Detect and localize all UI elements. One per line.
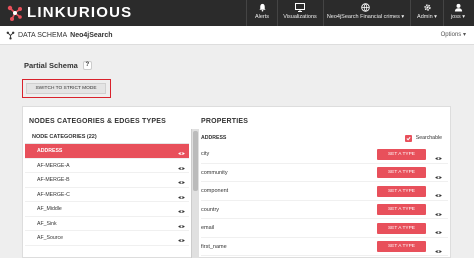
scrollbar-thumb[interactable] — [193, 131, 198, 191]
nav-admin-label: Admin ▾ — [417, 13, 437, 22]
datasource-name: Neo4jSearch Financial crimes — [326, 14, 400, 20]
property-name: first_name — [201, 243, 227, 250]
node-category-item[interactable]: AF-MERGE-A — [25, 159, 189, 173]
property-category-name: ADDRESS — [201, 135, 227, 141]
nav-admin[interactable]: Admin ▾ — [414, 2, 440, 24]
searchable-checkbox[interactable] — [404, 134, 412, 142]
set-type-button[interactable]: SET A TYPE — [377, 204, 426, 215]
set-type-button[interactable]: SET A TYPE — [377, 148, 426, 160]
property-row: community SET A TYPE — [201, 164, 448, 182]
node-category-label: AF_Sink — [37, 220, 57, 227]
breadcrumb: DATA SCHEMA Neo4jSearch — [6, 30, 113, 41]
gear-icon — [423, 2, 432, 13]
bell-icon — [258, 2, 267, 13]
node-category-list: NODE CATEGORIES (22) ADDRESS AF-MERGE-A AF… — [25, 131, 189, 246]
switch-to-strict-mode-button[interactable]: SWITCH TO STRICT MODE — [26, 83, 106, 94]
monitor-icon — [295, 2, 305, 13]
admin-label: Admin — [417, 14, 433, 20]
property-row: country SET A TYPE — [201, 201, 448, 219]
set-type-button[interactable]: SET A TYPE — [377, 241, 426, 252]
eye-icon[interactable] — [435, 244, 442, 258]
brand-logo[interactable]: LINKURIOUS — [6, 4, 132, 22]
set-type-button[interactable]: SET A TYPE — [377, 185, 426, 197]
property-category-header: ADDRESS Searchable — [201, 131, 448, 145]
nav-alerts-label: Alerts — [254, 14, 270, 20]
nav-user-label: joss ▾ — [451, 13, 465, 22]
page-header: DATA SCHEMA Neo4jSearch Options ▾ — [0, 26, 474, 45]
page-section: DATA SCHEMA — [18, 32, 68, 39]
chevron-down-icon: ▾ — [462, 14, 466, 20]
source-name: Neo4jSearch — [70, 32, 113, 39]
top-navbar: LINKURIOUS Alerts Visualizations Neo4jSe… — [0, 0, 474, 26]
chevron-down-icon: ▾ — [462, 32, 466, 38]
node-category-item[interactable]: ADDRESS — [25, 144, 189, 159]
node-category-item[interactable]: AF_Middle — [25, 202, 189, 217]
chevron-down-icon: ▾ — [434, 14, 437, 20]
node-category-item[interactable]: AF-MERGE-B — [25, 173, 189, 188]
property-list: ADDRESS Searchable city SET A TYPE communi… — [201, 131, 448, 256]
globe-icon — [361, 2, 370, 13]
property-name: country — [201, 206, 220, 213]
strict-mode-highlight: SWITCH TO STRICT MODE — [22, 79, 111, 98]
node-category-label: AF_Middle — [37, 206, 62, 212]
property-row: component SET A TYPE — [201, 182, 448, 201]
schema-mode-label: Partial Schema — [24, 61, 78, 70]
nav-visualizations-label: Visualizations — [283, 14, 317, 20]
nav-datasource-label: Neo4jSearch Financial crimes ▾ — [327, 13, 404, 22]
nav-user[interactable]: joss ▾ — [446, 2, 470, 24]
chevron-down-icon: ▾ — [401, 14, 405, 20]
node-category-label: AF_Source — [37, 235, 63, 241]
property-name: city — [201, 151, 210, 157]
node-category-item[interactable]: AF-MERGE-C — [25, 188, 189, 202]
schema-mode-title: Partial Schema ? — [24, 61, 92, 70]
property-name: component — [201, 188, 229, 194]
checkmark-icon — [406, 136, 411, 140]
nav-divider — [410, 0, 411, 26]
nav-divider — [246, 0, 247, 26]
options-menu[interactable]: Options ▾ — [441, 30, 466, 41]
list-scrollbar[interactable] — [191, 129, 199, 258]
node-category-label: AF-MERGE-C — [37, 191, 70, 198]
properties-title: PROPERTIES — [201, 118, 249, 125]
property-row: email SET A TYPE — [201, 219, 448, 238]
nav-divider — [323, 0, 324, 26]
linkurious-logo-icon — [7, 5, 22, 21]
property-row: first_name SET A TYPE — [201, 238, 448, 258]
searchable-label: Searchable — [415, 135, 442, 141]
searchable-toggle[interactable]: Searchable — [404, 131, 442, 145]
nav-divider — [277, 0, 278, 26]
node-category-item[interactable]: AF_Sink — [25, 217, 189, 231]
eye-icon[interactable] — [178, 235, 185, 250]
node-category-label: AF-MERGE-A — [37, 162, 70, 169]
node-category-label: AF-MERGE-B — [37, 177, 70, 183]
help-icon[interactable]: ? — [82, 61, 92, 70]
node-categories-header: NODE CATEGORIES (22) — [25, 131, 189, 144]
nav-datasource-selector[interactable]: Neo4jSearch Financial crimes ▾ — [326, 2, 405, 24]
schema-icon — [6, 31, 15, 40]
options-label: Options — [440, 32, 462, 38]
set-type-button[interactable]: SET A TYPE — [377, 222, 426, 234]
user-name: joss — [450, 14, 461, 20]
nav-visualizations[interactable]: Visualizations — [280, 2, 320, 24]
user-icon — [454, 2, 463, 13]
brand-name: LINKURIOUS — [27, 4, 133, 21]
property-name: community — [201, 169, 228, 176]
nav-divider — [443, 0, 444, 26]
schema-panel: NODES CATEGORIES & EDGES TYPES PROPERTIE… — [22, 106, 451, 258]
set-type-button[interactable]: SET A TYPE — [377, 167, 426, 178]
property-row: city SET A TYPE — [201, 145, 448, 164]
nodes-edges-title: NODES CATEGORIES & EDGES TYPES — [29, 118, 166, 125]
nav-alerts[interactable]: Alerts — [252, 2, 272, 24]
node-category-label: ADDRESS — [37, 148, 63, 154]
node-category-item[interactable]: AF_Source — [25, 231, 189, 246]
property-name: email — [201, 225, 215, 231]
